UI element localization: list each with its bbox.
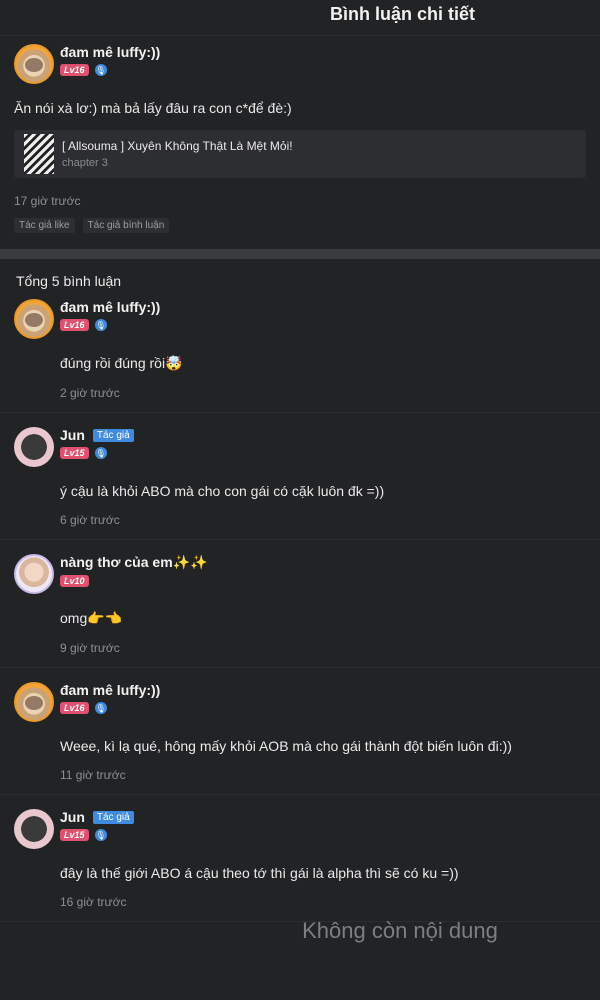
post-text: Ăn nói xà lơ:) mà bả lấy đâu ra con c*để… bbox=[14, 100, 292, 116]
comment-user: đam mê luffy:)) Lv16 🎙 bbox=[14, 299, 586, 339]
level-badge: Lv16 bbox=[60, 64, 89, 76]
user-meta: đam mê luffy:)) Lv16 🎙 bbox=[60, 682, 160, 714]
microphone-icon: 🎙 bbox=[94, 702, 107, 714]
comment-text: omg👉👈 bbox=[60, 610, 123, 626]
username-text[interactable]: đam mê luffy:)) bbox=[60, 682, 160, 698]
badges: Lv16 🎙 bbox=[60, 319, 160, 331]
post-time: 17 giờ trước bbox=[14, 194, 81, 208]
comment-user: Jun Tác giả Lv15 🎙 bbox=[14, 809, 586, 849]
username-text[interactable]: Jun bbox=[60, 427, 85, 443]
end-of-content-text: Không còn nội dung bbox=[302, 918, 498, 943]
comment-item: Jun Tác giả Lv15 🎙 ý cậu là khỏi ABO mà … bbox=[0, 413, 600, 540]
microphone-icon: 🎙 bbox=[94, 829, 107, 841]
total-comments: Tổng 5 bình luận bbox=[16, 273, 122, 289]
username[interactable]: đam mê luffy:)) bbox=[60, 682, 160, 698]
username[interactable]: nàng thơ của em✨✨ bbox=[60, 554, 208, 571]
main-post-user: đam mê luffy:)) Lv16 🎙 bbox=[14, 44, 586, 84]
avatar[interactable] bbox=[14, 44, 54, 84]
comment-time: 11 giờ trước bbox=[60, 768, 126, 782]
comment-text: Weee, kì lạ qué, hông mấy khỏi AOB mà ch… bbox=[60, 738, 512, 754]
user-meta: nàng thơ của em✨✨ Lv10 bbox=[60, 554, 208, 587]
comment-text: ý cậu là khỏi ABO mà cho con gái có cặk … bbox=[60, 483, 385, 499]
level-badge: Lv15 bbox=[60, 829, 89, 841]
comment-time: 16 giờ trước bbox=[60, 895, 127, 909]
level-badge: Lv16 bbox=[60, 319, 89, 331]
chapter-thumbnail bbox=[24, 134, 54, 174]
comment-text: đúng rồi đúng rồi🤯 bbox=[60, 355, 183, 371]
comment-item: đam mê luffy:)) Lv16 🎙 Weee, kì lạ qué, … bbox=[0, 668, 600, 795]
comment-time: 2 giờ trước bbox=[60, 386, 120, 400]
main-post: đam mê luffy:)) Lv16 🎙 Ăn nói xà lơ:) mà… bbox=[0, 36, 600, 233]
microphone-icon: 🎙 bbox=[94, 447, 107, 459]
comment-item: đam mê luffy:)) Lv16 🎙 đúng rồi đúng rồi… bbox=[0, 289, 600, 413]
header-bar: Bình luận chi tiết bbox=[0, 0, 600, 36]
user-meta: đam mê luffy:)) Lv16 🎙 bbox=[60, 299, 160, 331]
chapter-info: [ Allsouma ] Xuyên Không Thật Là Mệt Mỏi… bbox=[62, 139, 293, 169]
badges: Lv15 🎙 bbox=[60, 447, 134, 459]
level-badge: Lv15 bbox=[60, 447, 89, 459]
level-badge: Lv10 bbox=[60, 575, 89, 587]
level-badge: Lv16 bbox=[60, 702, 89, 714]
author-badge: Tác giả bbox=[92, 428, 134, 442]
page-title: Bình luận chi tiết bbox=[329, 4, 475, 24]
chapter-subtitle: chapter 3 bbox=[62, 157, 108, 169]
username-text[interactable]: nàng thơ của em✨✨ bbox=[60, 554, 208, 571]
badges: Lv10 bbox=[60, 575, 208, 587]
avatar[interactable] bbox=[14, 427, 54, 467]
badges: Lv15 🎙 bbox=[60, 829, 134, 841]
username[interactable]: Jun Tác giả bbox=[60, 427, 134, 443]
user-meta: Jun Tác giả Lv15 🎙 bbox=[60, 427, 134, 459]
comment-user: đam mê luffy:)) Lv16 🎙 bbox=[14, 682, 586, 722]
author-badge: Tác giả bbox=[92, 810, 134, 824]
section-divider bbox=[0, 249, 600, 259]
comment-item: nàng thơ của em✨✨ Lv10 omg👉👈 9 giờ trước bbox=[0, 540, 600, 668]
avatar[interactable] bbox=[14, 682, 54, 722]
username[interactable]: đam mê luffy:)) bbox=[60, 44, 160, 60]
comment-time: 9 giờ trước bbox=[60, 641, 120, 655]
chapter-title: [ Allsouma ] Xuyên Không Thật Là Mệt Mỏi… bbox=[62, 139, 293, 153]
username[interactable]: đam mê luffy:)) bbox=[60, 299, 160, 315]
username[interactable]: Jun Tác giả bbox=[60, 809, 134, 825]
tags: Tác giả like Tác giả bình luận bbox=[14, 218, 586, 233]
avatar[interactable] bbox=[14, 809, 54, 849]
avatar[interactable] bbox=[14, 554, 54, 594]
tag-author-comment: Tác giả bình luận bbox=[82, 218, 170, 233]
chapter-card[interactable]: [ Allsouma ] Xuyên Không Thật Là Mệt Mỏi… bbox=[14, 130, 586, 178]
comment-item: Jun Tác giả Lv15 🎙 đây là thế giới ABO á… bbox=[0, 795, 600, 922]
comment-text: đây là thế giới ABO á cậu theo tớ thì gá… bbox=[60, 865, 459, 881]
username-text[interactable]: đam mê luffy:)) bbox=[60, 299, 160, 315]
user-meta: đam mê luffy:)) Lv16 🎙 bbox=[60, 44, 160, 76]
user-meta: Jun Tác giả Lv15 🎙 bbox=[60, 809, 134, 841]
microphone-icon: 🎙 bbox=[94, 64, 107, 76]
comment-user: nàng thơ của em✨✨ Lv10 bbox=[14, 554, 586, 594]
comment-time: 6 giờ trước bbox=[60, 513, 120, 527]
username-text[interactable]: Jun bbox=[60, 809, 85, 825]
badges: Lv16 🎙 bbox=[60, 64, 160, 76]
avatar[interactable] bbox=[14, 299, 54, 339]
microphone-icon: 🎙 bbox=[94, 319, 107, 331]
tag-author-like: Tác giả like bbox=[14, 218, 75, 233]
comment-user: Jun Tác giả Lv15 🎙 bbox=[14, 427, 586, 467]
badges: Lv16 🎙 bbox=[60, 702, 160, 714]
